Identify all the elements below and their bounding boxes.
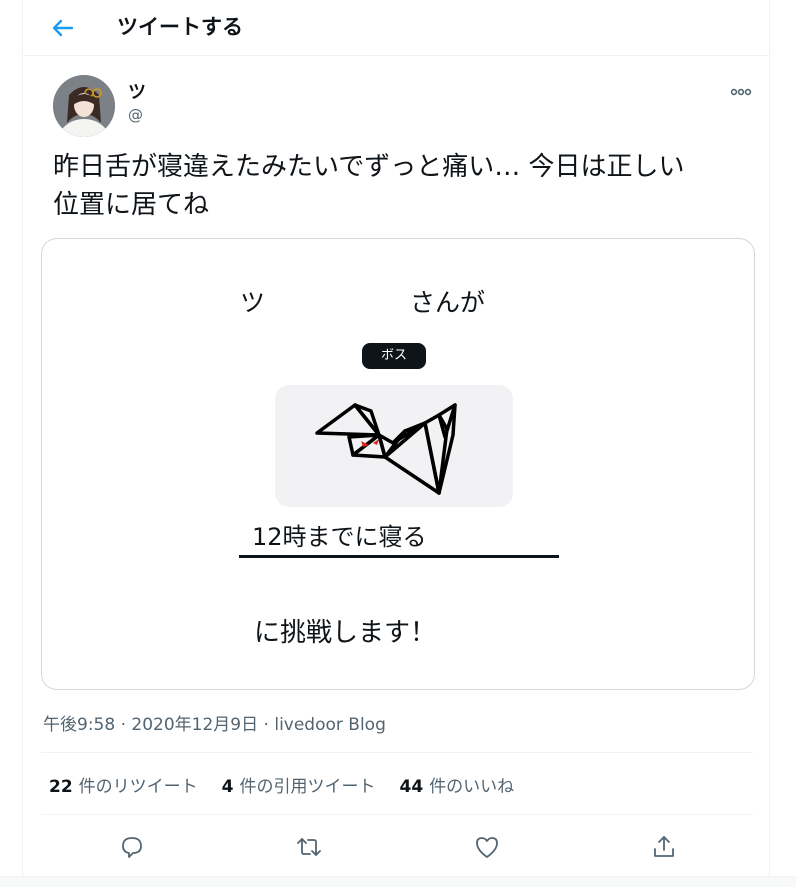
likes-stat[interactable]: 44 件のいいね <box>400 772 515 797</box>
retweets-count: 22 <box>49 777 73 797</box>
avatar-image <box>53 75 115 137</box>
tweet-column: ツイートする ツ @ 昨日舌が寝違えたみたいでずっと痛い… 今日は正しい 位置に… <box>22 0 770 886</box>
tweet-date[interactable]: 2020年12月9日 <box>131 715 258 735</box>
quote-tweets-stat[interactable]: 4 件の引用ツイート <box>222 772 376 797</box>
reply-button[interactable] <box>117 832 147 862</box>
author-handle[interactable]: @ <box>128 106 143 124</box>
tweet-text-line: 位置に居てね <box>53 190 210 220</box>
reply-icon <box>122 837 142 858</box>
heart-icon <box>476 837 498 858</box>
tweet-time[interactable]: 午後9:58 <box>43 715 115 735</box>
arrow-left-icon <box>52 19 74 37</box>
author-name[interactable]: ツ <box>128 78 146 104</box>
origami-bat-icon <box>315 403 457 495</box>
retweet-icon <box>297 838 321 856</box>
like-button[interactable] <box>472 832 502 862</box>
quote-tweets-count: 4 <box>221 777 234 797</box>
goal-underline <box>239 555 559 558</box>
timeline-bottom-edge <box>0 876 796 887</box>
retweets-label: 件のリツイート <box>78 777 198 797</box>
more-horizontal-icon <box>730 88 752 96</box>
tweet-text: 昨日舌が寝違えたみたいでずっと痛い… 今日は正しい 位置に居てね <box>53 148 753 224</box>
retweet-button[interactable] <box>294 832 324 862</box>
divider <box>41 814 753 815</box>
page-header: ツイートする <box>23 0 769 56</box>
action-bar <box>23 828 769 868</box>
challenge-goal: 12時までに寝る <box>252 523 427 551</box>
meta-separator: · <box>263 715 269 735</box>
quote-tweets-label: 件の引用ツイート <box>239 777 376 797</box>
more-options-button[interactable] <box>723 82 759 102</box>
share-icon <box>654 836 674 857</box>
back-button[interactable] <box>47 13 77 43</box>
boss-illustration <box>275 385 513 507</box>
tweet-metadata: 午後9:58 · 2020年12月9日 · livedoor Blog <box>43 710 386 735</box>
card-user-name: ツ さんが <box>240 283 485 319</box>
divider <box>41 752 753 753</box>
tweet-text-line: 昨日舌が寝違えたみたいでずっと痛い… 今日は正しい <box>53 152 685 182</box>
boss-badge: ボス <box>362 343 426 369</box>
meta-separator: · <box>120 715 126 735</box>
retweets-stat[interactable]: 22 件のリツイート <box>49 772 198 797</box>
card-name-prefix: ツ <box>240 288 266 317</box>
page-title: ツイートする <box>117 15 243 39</box>
share-button[interactable] <box>649 832 679 862</box>
tweet-source[interactable]: livedoor Blog <box>274 715 386 735</box>
link-card[interactable]: ツ さんが ボス 12時までに寝る に挑戦します！ <box>41 238 755 690</box>
avatar[interactable] <box>53 75 115 137</box>
card-name-suffix: さんが <box>410 288 486 317</box>
tweet-stats: 22 件のリツイート 4 件の引用ツイート 44 件のいいね <box>49 772 514 797</box>
challenge-text: に挑戦します！ <box>254 618 437 648</box>
likes-count: 44 <box>399 777 424 797</box>
likes-label: 件のいいね <box>429 777 515 797</box>
